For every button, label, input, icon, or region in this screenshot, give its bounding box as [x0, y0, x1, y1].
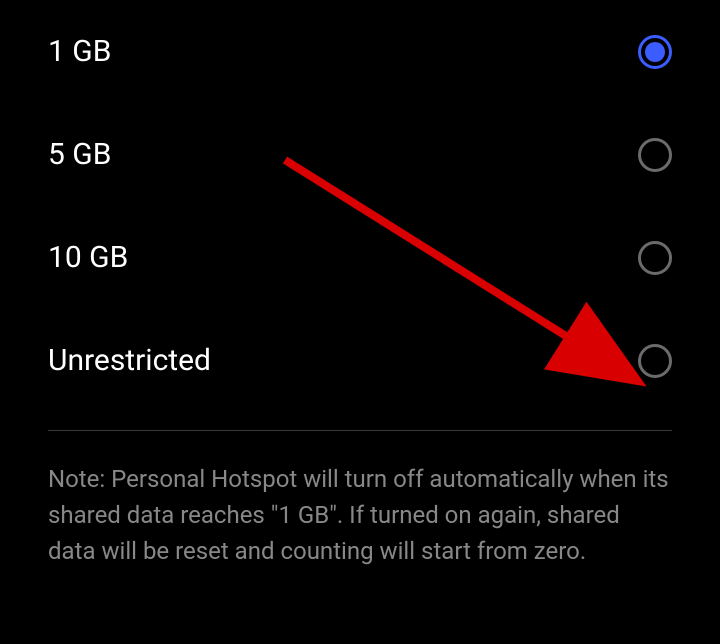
- data-limit-option-5gb[interactable]: 5 GB: [0, 103, 720, 206]
- data-limit-option-unrestricted[interactable]: Unrestricted: [0, 309, 720, 412]
- radio-unselected-icon: [638, 241, 672, 275]
- data-limit-option-10gb[interactable]: 10 GB: [0, 206, 720, 309]
- option-label: Unrestricted: [48, 343, 211, 378]
- note-text: Note: Personal Hotspot will turn off aut…: [0, 431, 720, 569]
- option-label: 10 GB: [48, 240, 128, 275]
- radio-unselected-icon: [638, 138, 672, 172]
- option-label: 5 GB: [48, 137, 111, 172]
- data-limit-option-1gb[interactable]: 1 GB: [0, 0, 720, 103]
- radio-selected-icon: [638, 35, 672, 69]
- radio-unselected-icon: [638, 344, 672, 378]
- option-label: 1 GB: [48, 34, 111, 69]
